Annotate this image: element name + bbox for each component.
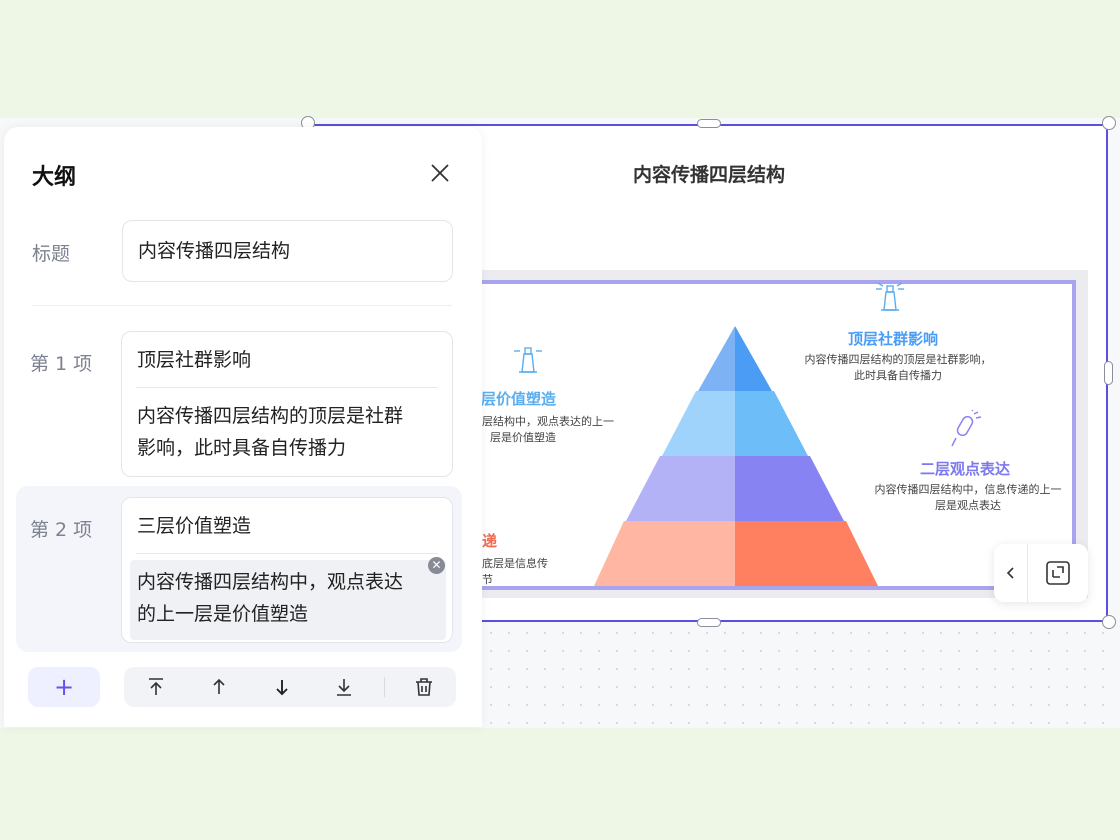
item-1-desc-input[interactable]: 内容传播四层结构的顶层是社群 影响，此时具备自传播力: [137, 400, 403, 464]
level-top-desc-line-1: 内容传播四层结构的顶层是社群影响，: [804, 353, 992, 366]
pyramid-level-top-left: [698, 326, 735, 391]
pyramid-level-4-right: [735, 521, 878, 586]
level-2-desc-line-2: 层是观点表达: [935, 499, 1001, 512]
item-1-label: 第 1 项: [30, 353, 93, 375]
level-top-desc-line-2: 此时具备自传播力: [854, 369, 942, 382]
level-1-desc-line-1: 底层是信息传: [482, 557, 548, 570]
title-input[interactable]: 内容传播四层结构: [122, 220, 453, 282]
canvas-nav-widget: [994, 544, 1088, 602]
level-3-desc-line-1: 层结构中，观点表达的上一: [482, 415, 614, 428]
resize-handle-top[interactable]: [697, 119, 721, 128]
title-row-label: 标题: [32, 243, 71, 265]
item-1-desc-line-2: 影响，此时具备自传播力: [137, 437, 347, 459]
pyramid-level-2-left: [662, 391, 735, 456]
title-input-value: 内容传播四层结构: [138, 240, 291, 262]
microphone-icon: [951, 410, 982, 447]
move-up-icon[interactable]: [207, 675, 231, 699]
item-2-desc-line-2: 的上一层是价值塑造: [137, 603, 309, 625]
level-top-label: 顶层社群影响: [848, 330, 939, 348]
item-2-field-divider: [136, 553, 438, 554]
pyramid-level-3-left: [626, 456, 735, 521]
item-2-heading-input[interactable]: 三层价值塑造: [137, 510, 251, 542]
pyramid-level-4-left: [594, 521, 735, 586]
pyramid-level-top-right: [735, 326, 772, 391]
toolbar-divider: [384, 677, 385, 697]
item-2-editor: 三层价值塑造 内容传播四层结构中，观点表达 的上一层是价值塑造: [121, 497, 453, 643]
move-down-icon[interactable]: [270, 675, 294, 699]
move-to-bottom-icon[interactable]: [332, 675, 356, 699]
item-2-desc-input[interactable]: 内容传播四层结构中，观点表达 的上一层是价值塑造: [137, 566, 403, 630]
level-1-label: 递: [482, 532, 498, 550]
move-to-top-icon[interactable]: [144, 675, 168, 699]
level-2-label: 二层观点表达: [920, 460, 1011, 478]
close-icon[interactable]: [428, 161, 452, 185]
fit-screen-icon[interactable]: [1045, 560, 1071, 586]
add-item-button[interactable]: +: [28, 667, 100, 707]
resize-handle-bottom[interactable]: [697, 618, 721, 627]
item-1-field-divider: [136, 387, 438, 388]
level-2-desc: 内容传播四层结构中，信息传递的上一 层是观点表达: [862, 482, 1074, 514]
item-2-desc-line-1: 内容传播四层结构中，观点表达: [137, 571, 404, 593]
canvas-dot-grid: [482, 624, 1120, 728]
nav-widget-divider: [1027, 544, 1028, 602]
level-1-desc: 底层是信息传 节: [482, 556, 548, 588]
level-top-desc: 内容传播四层结构的顶层是社群影响， 此时具备自传播力: [792, 352, 1004, 384]
resize-handle-right[interactable]: [1104, 361, 1113, 385]
lighthouse-icon: [514, 347, 542, 373]
level-3-desc: 层结构中，观点表达的上一 层是价值塑造: [482, 414, 614, 446]
resize-handle-top-right[interactable]: [1102, 116, 1116, 130]
lighthouse-icon: [876, 282, 904, 311]
level-3-desc-line-2: 层是价值塑造: [490, 431, 556, 444]
outline-panel: 大纲 标题 内容传播四层结构 第 1 项 顶层社群影响 内容传播四层结构的顶层是…: [4, 127, 482, 727]
chevron-left-icon[interactable]: [1003, 565, 1019, 581]
panel-title: 大纲: [32, 165, 77, 190]
level-2-desc-line-1: 内容传播四层结构中，信息传递的上一: [874, 483, 1062, 496]
resize-handle-bottom-right[interactable]: [1102, 615, 1116, 629]
section-divider: [32, 305, 452, 306]
item-2-label: 第 2 项: [30, 519, 93, 541]
pyramid-level-2-right: [735, 391, 808, 456]
clear-text-icon[interactable]: ✕: [428, 557, 445, 574]
item-toolbar: [124, 667, 456, 707]
item-1-heading-input[interactable]: 顶层社群影响: [137, 344, 251, 376]
item-1-desc-line-1: 内容传播四层结构的顶层是社群: [137, 405, 404, 427]
level-1-desc-line-2: 节: [482, 573, 493, 586]
pyramid-level-3-right: [735, 456, 844, 521]
item-1-editor: 顶层社群影响 内容传播四层结构的顶层是社群 影响，此时具备自传播力: [121, 331, 453, 477]
trash-icon[interactable]: [412, 675, 436, 699]
